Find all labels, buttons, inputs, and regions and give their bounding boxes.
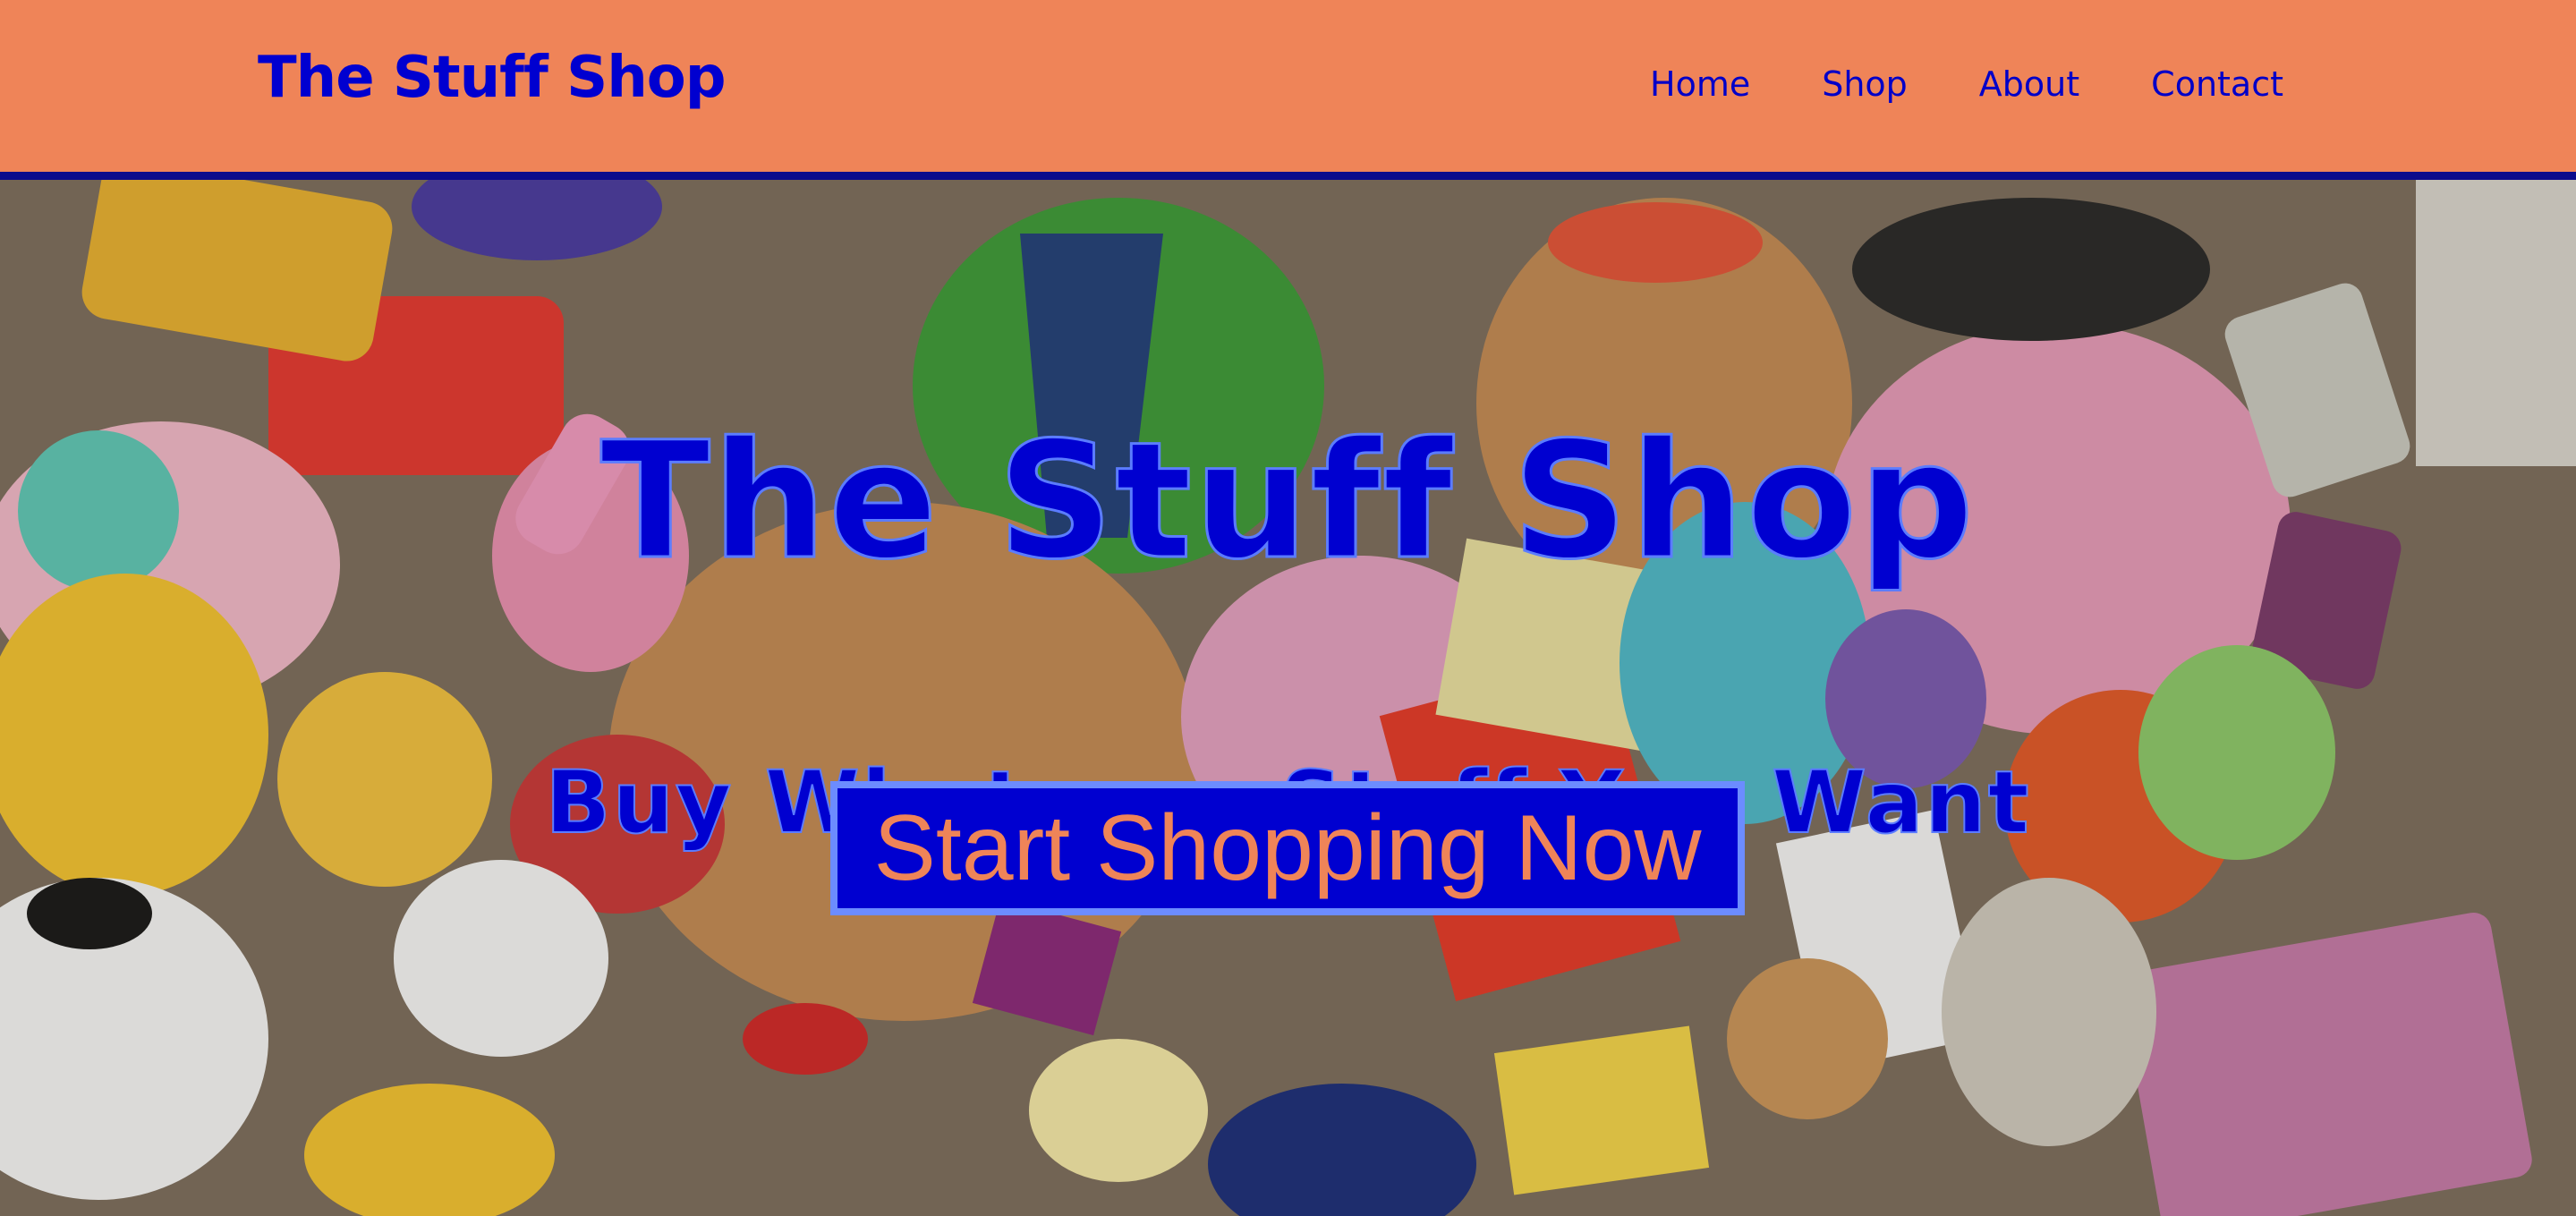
site-header: The Stuff Shop Home Shop About Contact: [0, 0, 2576, 180]
main-nav: Home Shop About Contact: [1650, 64, 2283, 104]
nav-link-contact[interactable]: Contact: [2151, 64, 2283, 104]
hero-background-image: [0, 180, 2576, 1216]
hero-title: The Stuff Shop: [599, 407, 1977, 597]
hero-section: The Stuff Shop Buy Whatever Stuff You Wa…: [0, 180, 2576, 1216]
nav-link-shop[interactable]: Shop: [1822, 64, 1908, 104]
page: The Stuff Shop Home Shop About Contact T…: [0, 0, 2576, 1216]
site-logo[interactable]: The Stuff Shop: [258, 45, 727, 111]
nav-link-about[interactable]: About: [1979, 64, 2079, 104]
start-shopping-button[interactable]: Start Shopping Now: [830, 781, 1745, 915]
nav-link-home[interactable]: Home: [1650, 64, 1750, 104]
